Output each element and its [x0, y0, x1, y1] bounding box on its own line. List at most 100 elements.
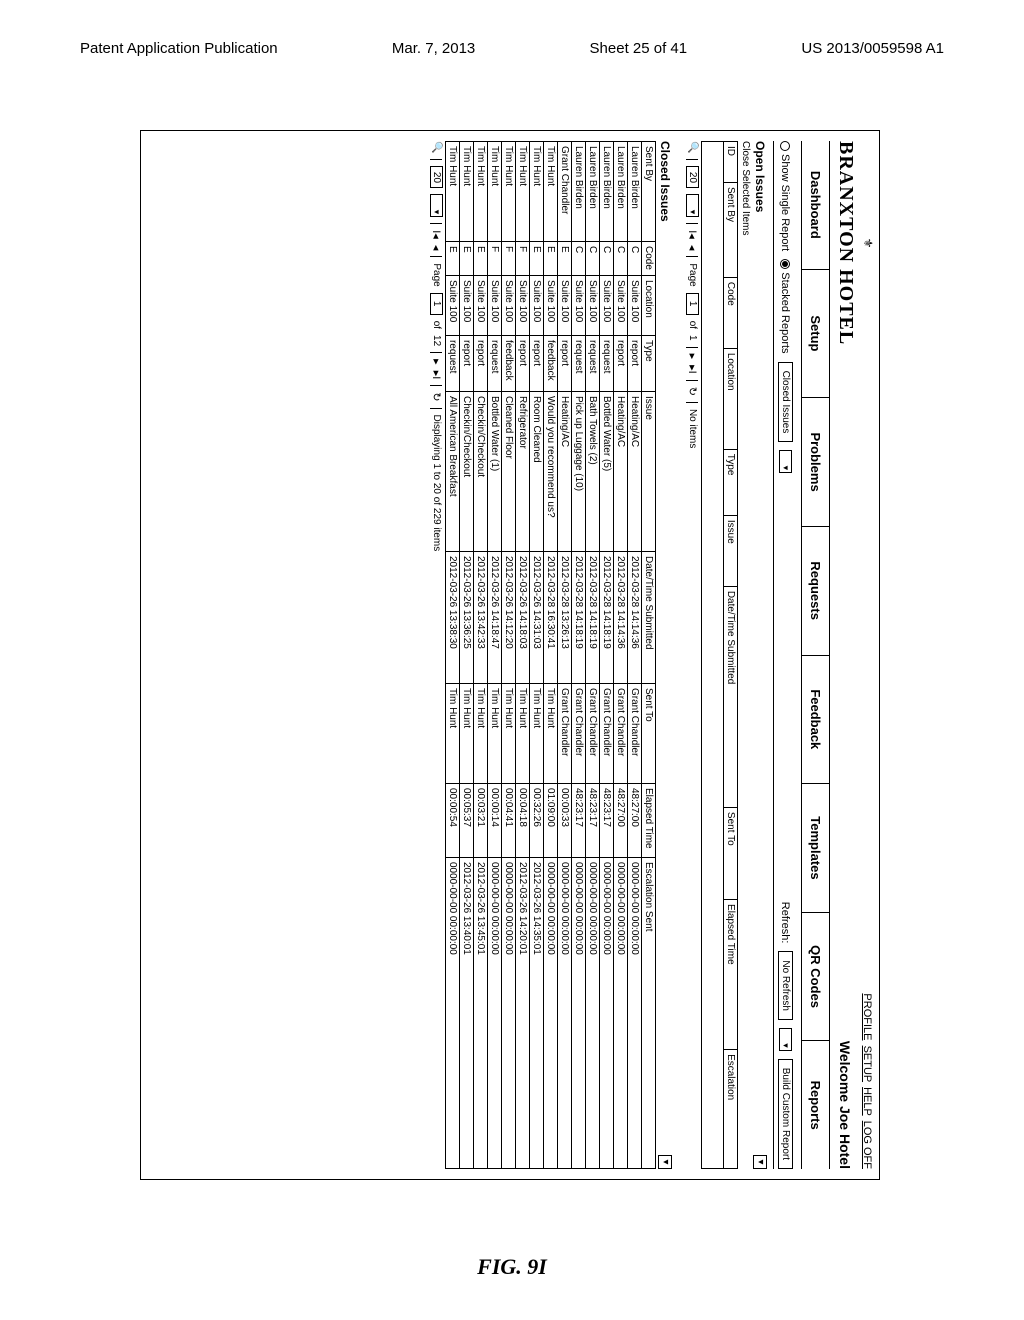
table-row[interactable]: Lauren BirdenCSuite 100requestBath Towel…	[586, 142, 600, 1169]
prev-page-icon[interactable]: ◂	[430, 245, 443, 251]
table-row[interactable]: Tim HuntESuite 100feedbackWould you reco…	[544, 142, 558, 1169]
closed-col-elapsed[interactable]: Elapsed Time	[642, 784, 656, 858]
search-icon[interactable]: 🔍	[431, 141, 442, 153]
closed-col-code[interactable]: Code	[642, 242, 656, 276]
table-cell: Tim Hunt	[446, 684, 460, 784]
tab-feedback[interactable]: Feedback	[802, 656, 829, 785]
table-cell: C	[614, 242, 628, 276]
link-help[interactable]: HELP	[861, 1087, 873, 1116]
tab-requests[interactable]: Requests	[802, 527, 829, 656]
table-row	[702, 142, 724, 1169]
table-row[interactable]: Grant ChandlerESuite 100reportHeating/AC…	[558, 142, 572, 1169]
open-col-issue[interactable]: Issue	[724, 515, 738, 586]
closed-issues-button[interactable]: Closed Issues	[778, 362, 793, 443]
close-selected-label: Close Selected Items	[740, 141, 751, 236]
link-setup[interactable]: SETUP	[861, 1046, 873, 1082]
search-icon[interactable]: 🔍	[687, 141, 698, 153]
patent-header: Patent Application Publication Mar. 7, 2…	[0, 0, 1024, 67]
build-custom-button[interactable]: Build Custom Report	[778, 1059, 793, 1169]
table-cell: Suite 100	[460, 276, 474, 336]
open-col-location[interactable]: Location	[724, 348, 738, 449]
table-cell: report	[474, 336, 488, 392]
refresh-value[interactable]: No Refresh	[778, 951, 793, 1020]
table-row[interactable]: Tim HuntESuite 100reportCheckin/Checkout…	[460, 142, 474, 1169]
closed-collapse-icon[interactable]: ▾	[658, 1155, 672, 1169]
table-cell: Grant Chandler	[628, 684, 642, 784]
open-col-id[interactable]: ID	[724, 142, 738, 183]
closed-col-datetime[interactable]: Date/Time Submitted	[642, 552, 656, 684]
last-page-icon[interactable]: ▸I	[430, 371, 443, 380]
table-cell: 48:23:17	[600, 784, 614, 858]
closed-page-size[interactable]: 20	[430, 166, 443, 188]
label-stacked-reports: Stacked Reports	[780, 272, 792, 353]
table-cell: 2012-03-28 16:30:41	[544, 552, 558, 684]
table-cell: Bath Towels (2)	[586, 392, 600, 552]
open-col-sentto[interactable]: Sent To	[724, 807, 738, 899]
refresh-icon[interactable]: ↻	[686, 387, 699, 396]
table-cell: Heating/AC	[558, 392, 572, 552]
page-label: Page	[687, 263, 698, 286]
first-page-icon[interactable]: I◂	[430, 230, 443, 239]
tab-qrcodes[interactable]: QR Codes	[802, 913, 829, 1042]
open-col-sentby[interactable]: Sent By	[724, 182, 738, 277]
table-row[interactable]: Lauren BirdenCSuite 100requestBottled Wa…	[600, 142, 614, 1169]
radio-stacked-reports[interactable]	[780, 259, 790, 269]
refresh-icon[interactable]: ↻	[430, 392, 443, 401]
open-page-num[interactable]: 1	[686, 293, 699, 315]
table-row[interactable]: Lauren BirdenCSuite 100reportHeating/AC2…	[614, 142, 628, 1169]
open-col-datetime[interactable]: Date/Time Submitted	[724, 586, 738, 807]
refresh-dd[interactable]	[779, 1028, 792, 1051]
closed-col-escalation[interactable]: Escalation Sent	[642, 858, 656, 1169]
open-col-elapsed[interactable]: Elapsed Time	[724, 900, 738, 1050]
table-cell: request	[586, 336, 600, 392]
table-cell: Suite 100	[474, 276, 488, 336]
open-col-escalation[interactable]: Escalation	[724, 1050, 738, 1169]
first-page-icon[interactable]: I◂	[686, 230, 699, 239]
open-page-size[interactable]: 20	[686, 166, 699, 188]
radio-single-report[interactable]	[780, 141, 790, 151]
open-col-code[interactable]: Code	[724, 277, 738, 348]
tab-reports[interactable]: Reports	[802, 1041, 829, 1169]
tab-templates[interactable]: Templates	[802, 784, 829, 913]
table-row[interactable]: Tim HuntFSuite 100requestBottled Water (…	[488, 142, 502, 1169]
table-cell: 0000-00-00 00:00:00	[600, 858, 614, 1169]
table-cell: 01:09:00	[544, 784, 558, 858]
table-cell: 2012-03-28 13:26:13	[558, 552, 572, 684]
table-cell: Tim Hunt	[544, 142, 558, 242]
link-logoff[interactable]: LOG OFF	[861, 1121, 873, 1169]
closed-col-sentto[interactable]: Sent To	[642, 684, 656, 784]
next-page-icon[interactable]: ▸	[430, 359, 443, 365]
tab-problems[interactable]: Problems	[802, 398, 829, 527]
table-row[interactable]: Tim HuntESuite 100requestAll American Br…	[446, 142, 460, 1169]
closed-page-size-dd[interactable]	[430, 194, 443, 217]
table-cell: report	[558, 336, 572, 392]
open-collapse-icon[interactable]: ▾	[753, 1155, 767, 1169]
table-row[interactable]: Lauren BirdenCSuite 100requestPick up Lu…	[572, 142, 586, 1169]
report-controls: Show Single Report Stacked Reports Close…	[773, 141, 797, 1169]
closed-issues-dd[interactable]	[779, 450, 792, 473]
table-row[interactable]: Tim HuntESuite 100reportRoom Cleaned2012…	[530, 142, 544, 1169]
table-cell: C	[572, 242, 586, 276]
prev-page-icon[interactable]: ◂	[686, 245, 699, 251]
table-row[interactable]: Lauren BirdenCSuite 100reportHeating/AC2…	[628, 142, 642, 1169]
closed-page-num[interactable]: 1	[430, 293, 443, 315]
link-profile[interactable]: PROFILE	[861, 993, 873, 1040]
table-row[interactable]: Tim HuntESuite 100reportCheckin/Checkout…	[474, 142, 488, 1169]
table-row[interactable]: Tim HuntFSuite 100reportRefrigerator2012…	[516, 142, 530, 1169]
open-page-size-dd[interactable]	[686, 194, 699, 217]
open-col-type[interactable]: Type	[724, 449, 738, 515]
tab-dashboard[interactable]: Dashboard	[802, 141, 829, 270]
refresh-label: Refresh:	[780, 902, 792, 944]
closed-col-issue[interactable]: Issue	[642, 392, 656, 552]
next-page-icon[interactable]: ▸	[686, 354, 699, 360]
tab-setup[interactable]: Setup	[802, 270, 829, 399]
table-row[interactable]: Tim HuntFSuite 100feedbackCleaned Floor2…	[502, 142, 516, 1169]
closed-col-type[interactable]: Type	[642, 336, 656, 392]
table-cell: report	[530, 336, 544, 392]
closed-col-location[interactable]: Location	[642, 276, 656, 336]
table-cell: 00:00:14	[488, 784, 502, 858]
of-label: of	[431, 321, 442, 329]
table-cell: Tim Hunt	[502, 684, 516, 784]
closed-col-sentby[interactable]: Sent By	[642, 142, 656, 242]
last-page-icon[interactable]: ▸I	[686, 365, 699, 374]
